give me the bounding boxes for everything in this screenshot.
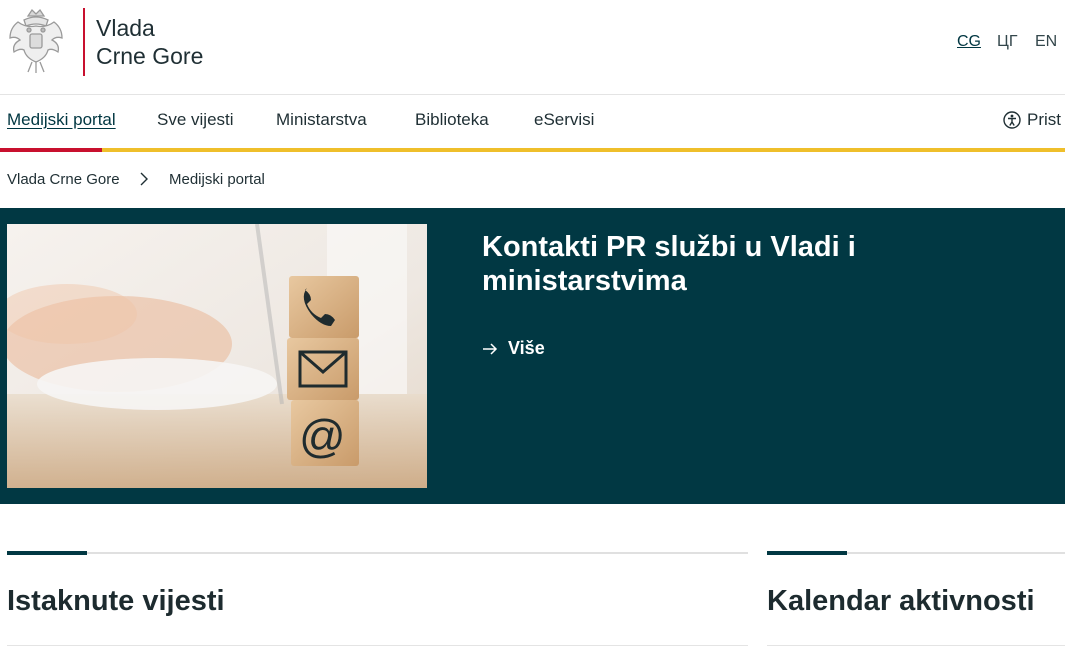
nav-ministarstva[interactable]: Ministarstva xyxy=(276,110,367,130)
hero-title[interactable]: Kontakti PR službi u Vladi i ministarstv… xyxy=(482,230,902,298)
nav-active-indicator xyxy=(0,148,102,152)
site-header: Vlada Crne Gore CG ЦГ EN xyxy=(0,0,1065,95)
site-title-line1: Vlada xyxy=(96,15,155,41)
hero-image[interactable]: @ xyxy=(7,224,427,488)
breadcrumb-current: Medijski portal xyxy=(169,171,265,188)
calendar-heading: Kalendar aktivnosti xyxy=(767,585,1035,617)
site-title-line2: Crne Gore xyxy=(96,43,204,69)
main-nav: Medijski portal Sve vijesti Ministarstva… xyxy=(0,95,1065,152)
site-title[interactable]: Vlada Crne Gore xyxy=(96,14,203,70)
featured-section-accent xyxy=(7,551,87,555)
breadcrumb-home[interactable]: Vlada Crne Gore xyxy=(7,171,120,188)
calendar-section-accent xyxy=(767,551,847,555)
hero-more-label: Više xyxy=(508,338,545,358)
lang-en[interactable]: EN xyxy=(1035,33,1057,51)
accessibility-label: Prist xyxy=(1027,110,1061,129)
chevron-right-icon xyxy=(140,172,148,186)
nav-sve-vijesti[interactable]: Sve vijesti xyxy=(157,110,234,130)
featured-section-divider xyxy=(7,552,748,554)
featured-news-heading: Istaknute vijesti xyxy=(7,585,225,617)
featured-section-bottom-rule xyxy=(7,645,748,646)
arrow-right-icon xyxy=(483,343,498,355)
featured-hero: @ Kontakti PR službi u Vladi i ministars… xyxy=(0,208,1065,504)
nav-biblioteka[interactable]: Biblioteka xyxy=(415,110,489,130)
svg-text:@: @ xyxy=(299,410,346,462)
nav-eservisi[interactable]: eServisi xyxy=(534,110,594,130)
nav-medijski-portal[interactable]: Medijski portal xyxy=(7,110,116,130)
calendar-section-bottom-rule xyxy=(767,645,1065,646)
coat-of-arms-logo[interactable] xyxy=(6,6,66,76)
accessibility-button[interactable]: Prist xyxy=(1003,110,1061,130)
lang-cg[interactable]: CG xyxy=(957,33,981,51)
lang-cyrillic[interactable]: ЦГ xyxy=(997,33,1018,51)
hero-more-link[interactable]: Više xyxy=(482,338,545,359)
nav-underline-bar xyxy=(0,148,1065,152)
accessibility-icon xyxy=(1003,111,1021,129)
brand-divider xyxy=(83,8,85,76)
